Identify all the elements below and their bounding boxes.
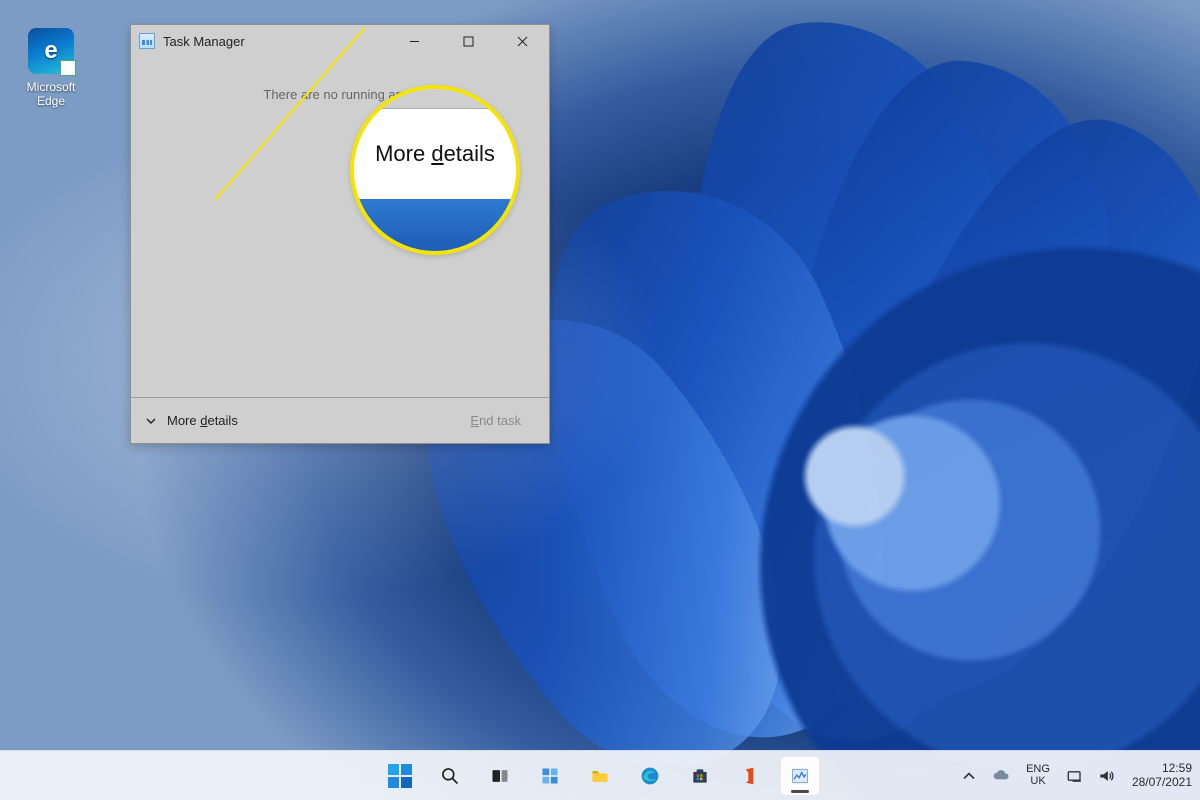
task-manager-icon <box>789 765 811 787</box>
desktop-icon-edge[interactable]: e Microsoft Edge <box>12 28 90 108</box>
search-icon <box>439 765 461 787</box>
window-title: Task Manager <box>163 34 245 49</box>
maximize-button[interactable] <box>445 25 491 57</box>
task-view-button[interactable] <box>480 756 520 796</box>
file-explorer-button[interactable] <box>580 756 620 796</box>
end-task-button: End task <box>456 407 535 434</box>
task-view-icon <box>489 765 511 787</box>
edge-icon: e <box>28 28 74 74</box>
taskbar-center <box>380 756 820 796</box>
search-button[interactable] <box>430 756 470 796</box>
windows-logo-icon <box>388 764 412 788</box>
folder-icon <box>589 765 611 787</box>
edge-button[interactable] <box>630 756 670 796</box>
lang-code: ENG <box>1026 764 1050 776</box>
lang-region: UK <box>1030 776 1045 788</box>
network-icon[interactable] <box>1064 765 1086 787</box>
edge-icon <box>639 765 661 787</box>
store-button[interactable] <box>680 756 720 796</box>
chevron-down-icon <box>145 415 157 427</box>
widgets-icon <box>539 765 561 787</box>
desktop-icon-label: Microsoft Edge <box>12 80 90 108</box>
widgets-button[interactable] <box>530 756 570 796</box>
task-manager-icon <box>139 33 155 49</box>
taskbar: ENG UK 12:59 28/07/2021 <box>0 750 1200 800</box>
minimize-button[interactable] <box>391 25 437 57</box>
onedrive-icon[interactable] <box>990 765 1012 787</box>
more-details-button[interactable]: More details <box>145 413 238 428</box>
office-icon <box>739 765 761 787</box>
clock-time: 12:59 <box>1162 762 1192 776</box>
language-indicator[interactable]: ENG UK <box>1026 764 1050 787</box>
store-icon <box>689 765 711 787</box>
system-tray: ENG UK 12:59 28/07/2021 <box>958 762 1192 790</box>
close-button[interactable] <box>499 25 545 57</box>
task-manager-taskbar-button[interactable] <box>780 756 820 796</box>
annotation-callout: More details <box>350 85 520 255</box>
callout-text: More details <box>375 141 495 167</box>
tray-overflow-button[interactable] <box>958 765 980 787</box>
volume-icon[interactable] <box>1096 765 1118 787</box>
titlebar[interactable]: Task Manager <box>131 25 549 57</box>
clock[interactable]: 12:59 28/07/2021 <box>1132 762 1192 790</box>
office-button[interactable] <box>730 756 770 796</box>
clock-date: 28/07/2021 <box>1132 776 1192 790</box>
edge-glyph: e <box>44 37 57 65</box>
window-footer: More details End task <box>131 397 549 443</box>
desktop: e Microsoft Edge Task Manager There are … <box>0 0 1200 800</box>
start-button[interactable] <box>380 756 420 796</box>
more-details-label: More details <box>167 413 238 428</box>
